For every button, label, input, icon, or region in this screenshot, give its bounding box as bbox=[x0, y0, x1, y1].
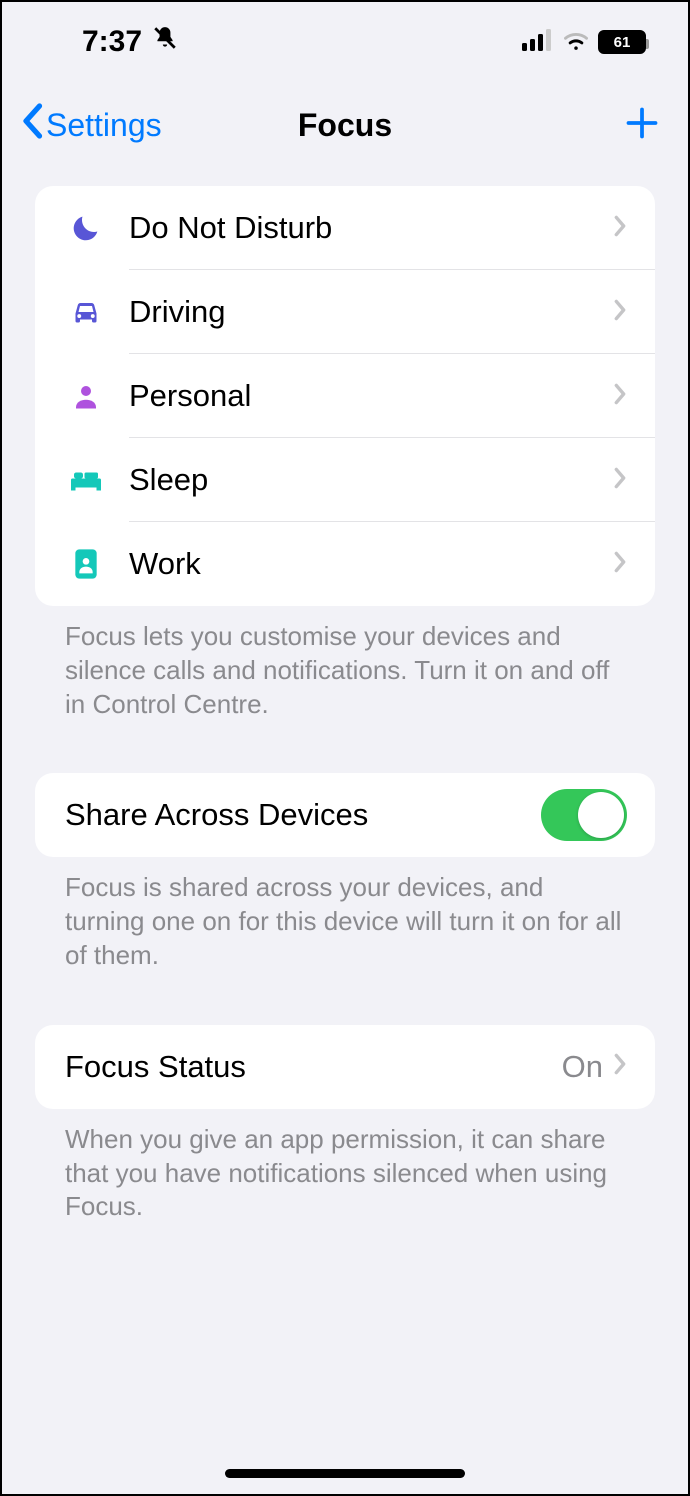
share-across-devices-cell: Share Across Devices bbox=[35, 773, 655, 857]
cell-label: Driving bbox=[129, 294, 613, 330]
status-bar: 7:37 61 bbox=[2, 12, 688, 72]
battery-icon: 61 bbox=[598, 30, 646, 54]
focus-status-group: Focus Status On bbox=[35, 1025, 655, 1109]
chevron-right-icon bbox=[613, 383, 627, 410]
add-button[interactable] bbox=[624, 105, 660, 146]
wifi-icon bbox=[562, 29, 590, 56]
bed-icon bbox=[67, 468, 105, 492]
focus-status-cell[interactable]: Focus Status On bbox=[35, 1025, 655, 1109]
status-left: 7:37 bbox=[82, 25, 178, 59]
cell-label: Focus Status bbox=[65, 1049, 562, 1085]
focus-mode-sleep[interactable]: Sleep bbox=[35, 438, 655, 522]
focus-mode-work[interactable]: Work bbox=[35, 522, 655, 606]
car-icon bbox=[67, 297, 105, 327]
cell-label: Sleep bbox=[129, 462, 613, 498]
focus-status-footer: When you give an app permission, it can … bbox=[35, 1109, 655, 1224]
focus-mode-do-not-disturb[interactable]: Do Not Disturb bbox=[35, 186, 655, 270]
status-right: 61 bbox=[522, 29, 646, 56]
chevron-right-icon bbox=[613, 215, 627, 242]
chevron-right-icon bbox=[613, 467, 627, 494]
home-indicator[interactable] bbox=[225, 1469, 465, 1478]
battery-level: 61 bbox=[600, 34, 644, 51]
chevron-left-icon bbox=[20, 103, 44, 147]
share-group: Share Across Devices bbox=[35, 773, 655, 857]
cell-label: Personal bbox=[129, 378, 613, 414]
page-title: Focus bbox=[298, 107, 392, 144]
moon-icon bbox=[67, 211, 105, 245]
person-icon bbox=[67, 381, 105, 411]
cell-label: Do Not Disturb bbox=[129, 210, 613, 246]
badge-icon bbox=[67, 548, 105, 580]
cell-label: Work bbox=[129, 546, 613, 582]
chevron-right-icon bbox=[613, 551, 627, 578]
share-footer: Focus is shared across your devices, and… bbox=[35, 857, 655, 972]
chevron-right-icon bbox=[613, 299, 627, 326]
cellular-signal-icon bbox=[522, 29, 554, 56]
focus-modes-footer: Focus lets you customise your devices an… bbox=[35, 606, 655, 721]
silent-bell-icon bbox=[152, 25, 178, 59]
cell-label: Share Across Devices bbox=[65, 797, 541, 833]
back-label: Settings bbox=[46, 107, 162, 144]
status-time: 7:37 bbox=[82, 25, 142, 59]
nav-bar: Settings Focus bbox=[2, 90, 688, 160]
cell-value: On bbox=[562, 1049, 603, 1085]
focus-modes-group: Do Not Disturb Driving Personal Sleep bbox=[35, 186, 655, 606]
share-toggle[interactable] bbox=[541, 789, 627, 841]
focus-mode-personal[interactable]: Personal bbox=[35, 354, 655, 438]
back-button[interactable]: Settings bbox=[20, 103, 162, 147]
focus-mode-driving[interactable]: Driving bbox=[35, 270, 655, 354]
chevron-right-icon bbox=[613, 1053, 627, 1080]
